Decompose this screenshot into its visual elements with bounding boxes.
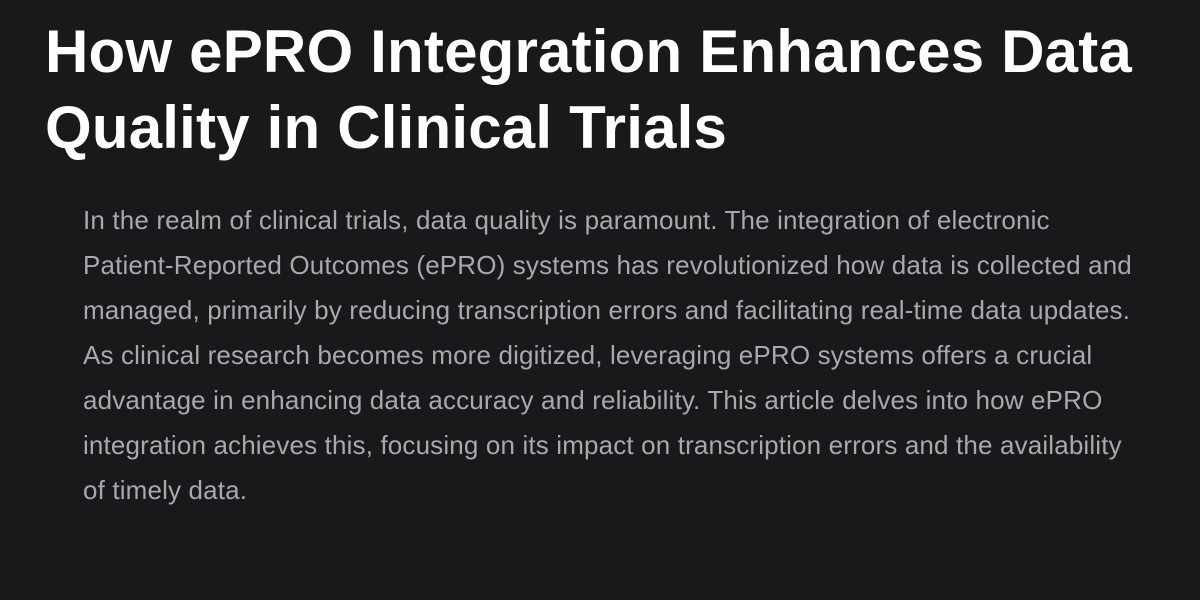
article: How ePRO Integration Enhances Data Quali… bbox=[0, 0, 1200, 600]
article-title: How ePRO Integration Enhances Data Quali… bbox=[45, 18, 1133, 161]
article-intro-paragraph: In the realm of clinical trials, data qu… bbox=[83, 205, 1132, 505]
